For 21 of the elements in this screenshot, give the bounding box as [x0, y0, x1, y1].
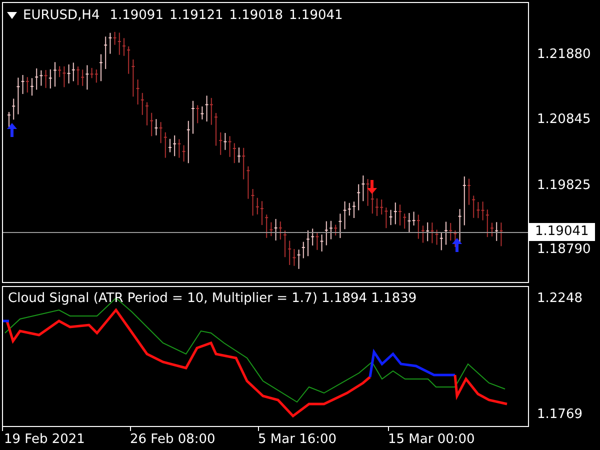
price-axis-label: 1.18790: [537, 241, 591, 259]
time-axis-label: 5 Mar 16:00: [258, 431, 337, 449]
indicator-title: Cloud Signal (ATR Period = 10, Multiplier = 1.7) 1.1894 1.1839: [8, 290, 417, 308]
symbol-label: EURUSD,H4: [23, 7, 100, 25]
high-price: 1.19121: [169, 7, 224, 25]
up-arrow-icon: [452, 238, 462, 252]
low-price: 1.19018: [229, 7, 284, 25]
close-price: 1.19041: [289, 7, 343, 25]
time-axis-label: 15 Mar 00:00: [388, 431, 475, 449]
dropdown-triangle-icon[interactable]: [7, 12, 17, 20]
price-axis-label: 1.19825: [537, 177, 591, 195]
down-arrow-icon: [367, 180, 377, 194]
time-axis-label: 19 Feb 2021: [4, 431, 85, 449]
up-arrow-icon: [7, 123, 17, 137]
price-axis-label: 1.20845: [537, 111, 591, 129]
indicator-axis-label: 1.2248: [537, 290, 582, 308]
open-price: 1.19091: [110, 7, 164, 25]
indicator-axis-label: 1.1769: [537, 406, 582, 424]
current-price-label: 1.19041: [529, 223, 595, 241]
time-axis-label: 26 Feb 08:00: [130, 431, 216, 449]
price-axis-label: 1.21880: [537, 46, 591, 64]
